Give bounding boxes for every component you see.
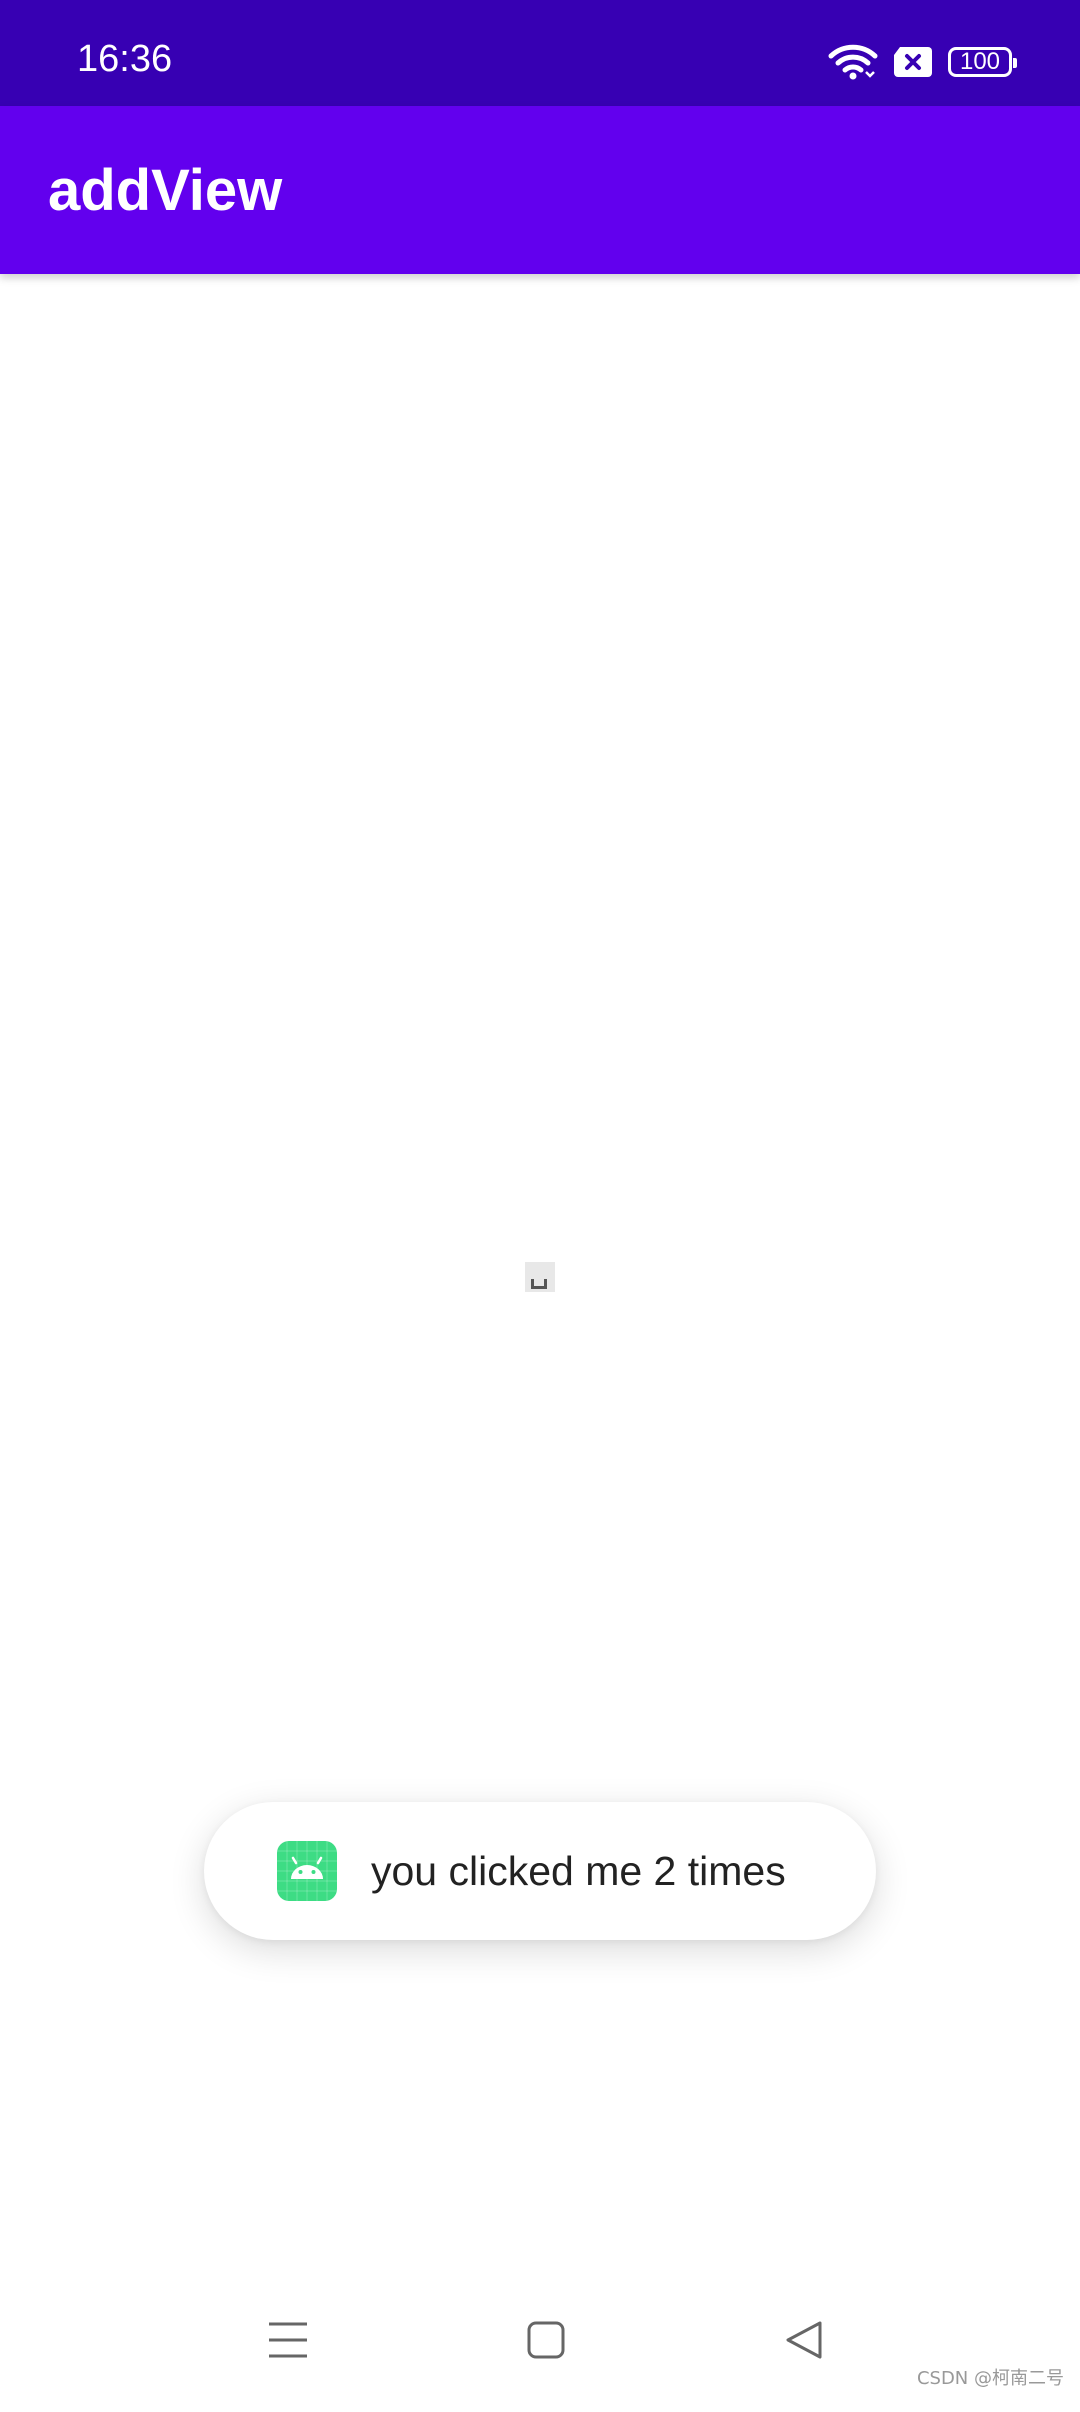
battery-icon: 100 bbox=[948, 47, 1017, 77]
android-icon bbox=[277, 1841, 337, 1901]
app-bar: addView bbox=[0, 106, 1080, 274]
battery-level: 100 bbox=[959, 48, 1001, 75]
home-icon bbox=[527, 2321, 565, 2359]
added-view-button[interactable] bbox=[525, 1262, 555, 1292]
toast-message: you clicked me 2 times bbox=[204, 1802, 876, 1940]
phone-screen: 16:36 100 addView you clicked me 2 times… bbox=[0, 0, 1080, 2412]
status-icons: 100 bbox=[828, 40, 1017, 84]
menu-icon bbox=[269, 2322, 307, 2358]
watermark: CSDN @柯南二号 bbox=[916, 2368, 1064, 2389]
navigation-bar: CSDN @柯南二号 bbox=[0, 2290, 1080, 2400]
toast-text: you clicked me 2 times bbox=[371, 1848, 786, 1894]
status-bar: 16:36 100 bbox=[0, 0, 1080, 106]
missing-glyph-icon bbox=[531, 1279, 547, 1289]
back-button[interactable] bbox=[764, 2310, 844, 2370]
menu-button[interactable] bbox=[248, 2310, 328, 2370]
home-button[interactable] bbox=[506, 2310, 586, 2370]
back-icon bbox=[786, 2321, 822, 2359]
sim-card-off-icon bbox=[894, 47, 932, 77]
app-title: addView bbox=[48, 158, 283, 223]
wifi-icon bbox=[828, 44, 878, 80]
status-time: 16:36 bbox=[77, 38, 173, 80]
